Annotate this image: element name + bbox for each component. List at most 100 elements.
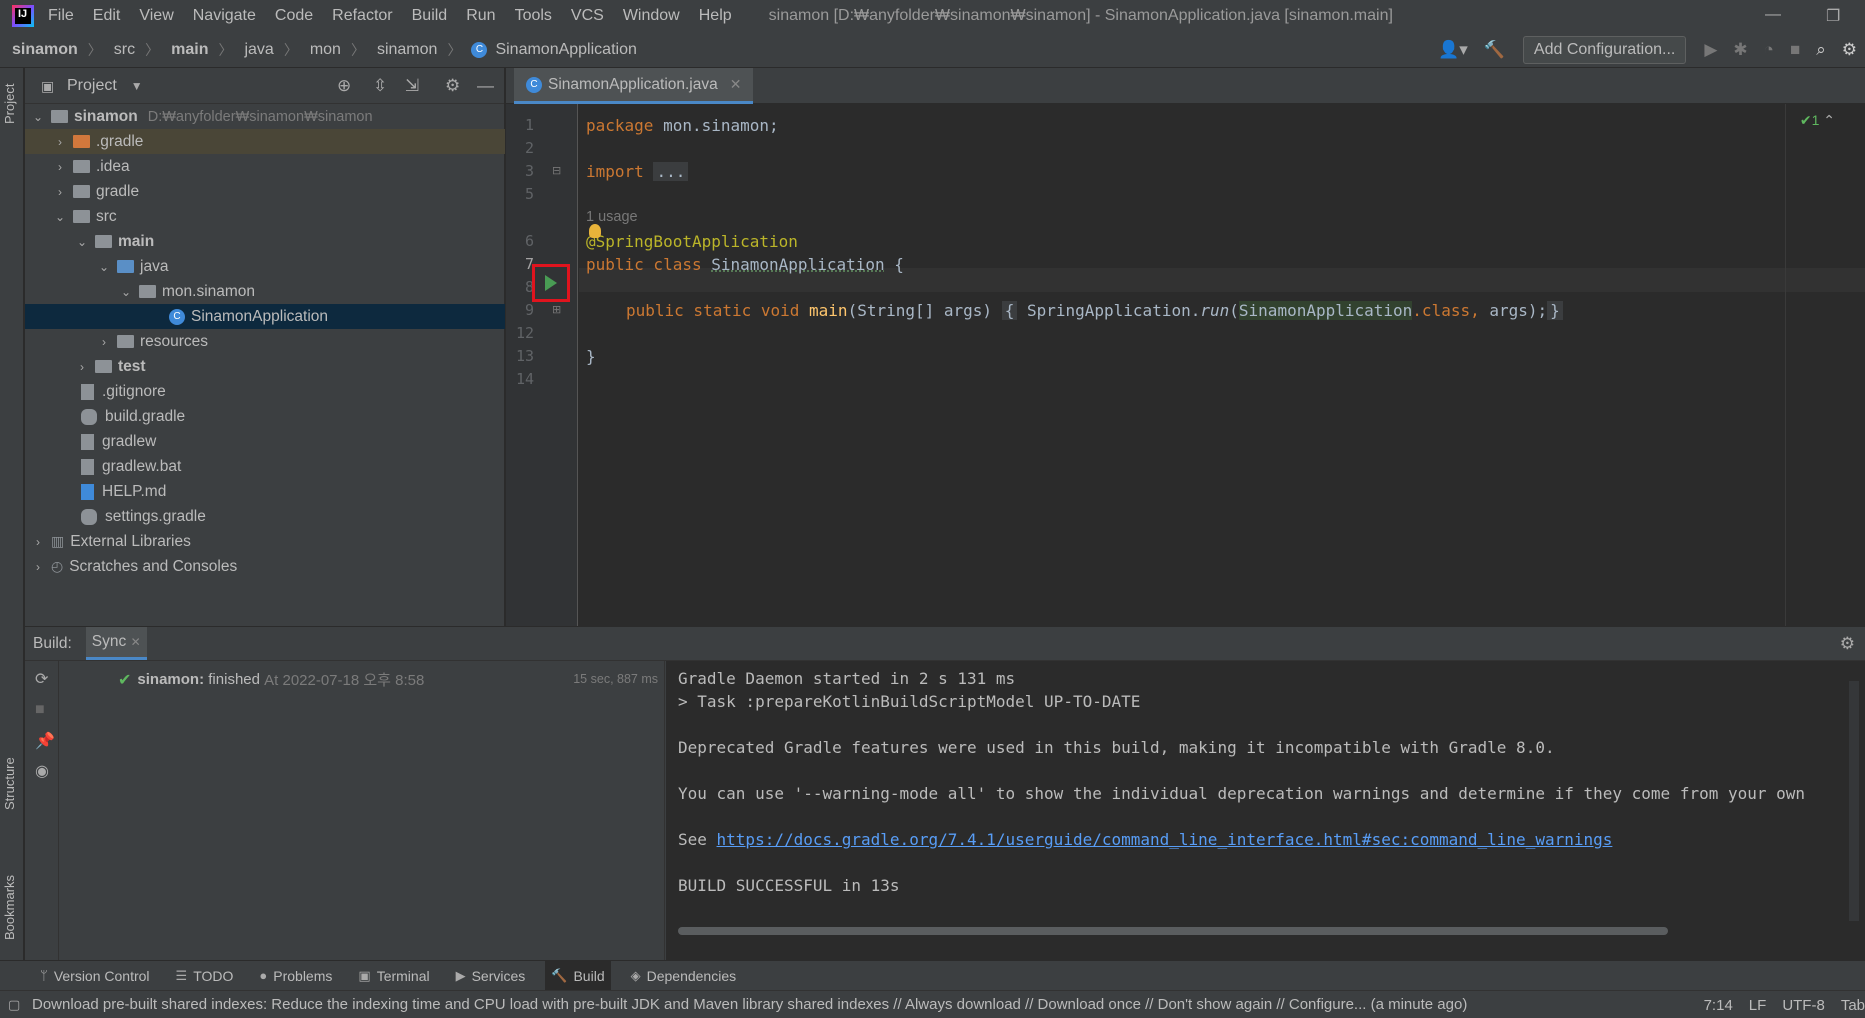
tree-item-test[interactable]: › test <box>25 354 505 379</box>
menu-refactor[interactable]: Refactor <box>332 7 392 25</box>
code-editor[interactable]: 1 2 3 5 6 7 8 9 12 13 14 ⊟ ⊞ package mon… <box>506 104 1865 626</box>
gear-icon[interactable]: ⚙ <box>445 76 460 96</box>
stop-icon[interactable]: ■ <box>35 701 45 719</box>
build-console[interactable]: Gradle Daemon started in 2 s 131 ms > Ta… <box>666 661 1865 961</box>
gear-icon[interactable]: ⚙ <box>1840 634 1855 654</box>
run-gutter-icon-highlight[interactable] <box>532 264 570 302</box>
tree-item-root[interactable]: ⌄ sinamon D:₩anyfolder₩sinamon₩sinamon <box>25 104 505 129</box>
tree-item-src[interactable]: ⌄ src <box>25 204 505 229</box>
breadcrumb-project[interactable]: sinamon <box>12 41 78 59</box>
line-separator[interactable]: LF <box>1749 997 1767 1014</box>
tab-services[interactable]: ▶ Services <box>450 961 532 991</box>
tree-item-gradlew-bat[interactable]: gradlew.bat <box>25 454 505 479</box>
breadcrumb-main[interactable]: main <box>171 41 208 59</box>
run-icon[interactable]: ▶ <box>1704 40 1717 60</box>
chevron-down-icon[interactable]: ⌄ <box>75 235 89 249</box>
tree-item-scratches[interactable]: › ◴ Scratches and Consoles <box>25 554 505 579</box>
collapse-all-icon[interactable]: ⇲ <box>405 76 419 96</box>
chevron-right-icon[interactable]: › <box>97 335 111 349</box>
tree-item-idea[interactable]: › .idea <box>25 154 505 179</box>
editor-tab-sinamon-application[interactable]: C SinamonApplication.java ✕ <box>514 68 754 104</box>
fold-icon[interactable]: ⊟ <box>552 164 561 177</box>
pin-icon[interactable]: 📌 <box>35 731 55 751</box>
menu-code[interactable]: Code <box>275 7 313 25</box>
coverage-icon[interactable]: ◔ <box>1764 40 1774 60</box>
indent-setting[interactable]: Tab <box>1841 997 1865 1014</box>
tree-item-resources[interactable]: › resources <box>25 329 505 354</box>
restore-icon[interactable]: ❐ <box>1826 6 1840 26</box>
chevron-down-icon[interactable]: ▼ <box>131 79 143 93</box>
lightbulb-icon[interactable] <box>589 224 601 238</box>
chevron-down-icon[interactable]: ⌄ <box>97 260 111 274</box>
tree-item-gradlew[interactable]: gradlew <box>25 429 505 454</box>
caret-position[interactable]: 7:14 <box>1704 997 1733 1014</box>
minimize-icon[interactable]: — <box>1765 6 1781 24</box>
menu-tools[interactable]: Tools <box>515 7 552 25</box>
breadcrumb-src[interactable]: src <box>114 41 135 59</box>
tree-item-help-md[interactable]: HELP.md <box>25 479 505 504</box>
horizontal-scrollbar[interactable] <box>678 927 1668 935</box>
chevron-up-icon[interactable]: ⌃ <box>1823 112 1835 128</box>
settings-icon[interactable]: ⚙ <box>1842 40 1857 60</box>
file-encoding[interactable]: UTF-8 <box>1782 997 1825 1014</box>
status-message[interactable]: Download pre-built shared indexes: Reduc… <box>32 996 1467 1013</box>
menu-edit[interactable]: Edit <box>93 7 121 25</box>
chevron-down-icon[interactable]: ⌄ <box>119 285 133 299</box>
tab-terminal[interactable]: ▣ Terminal <box>352 961 435 991</box>
menu-navigate[interactable]: Navigate <box>193 7 256 25</box>
tab-dependencies[interactable]: ◈ Dependencies <box>625 961 743 991</box>
tree-item-external-libraries[interactable]: › ▥ External Libraries <box>25 529 505 554</box>
debug-icon[interactable]: ✱ <box>1733 40 1747 60</box>
tab-sync[interactable]: Sync ✕ <box>85 627 147 660</box>
chevron-right-icon[interactable]: › <box>53 160 67 174</box>
menu-window[interactable]: Window <box>623 7 680 25</box>
chevron-right-icon[interactable]: › <box>31 560 45 574</box>
tree-item-gitignore[interactable]: .gitignore <box>25 379 505 404</box>
build-hammer-icon[interactable]: 🔨 <box>1484 40 1505 60</box>
tree-item-dot-gradle[interactable]: › .gradle <box>25 129 505 154</box>
tab-build[interactable]: 🔨 Build <box>545 960 611 991</box>
tab-todo[interactable]: ☰ TODO <box>170 961 240 991</box>
tree-item-build-gradle[interactable]: build.gradle <box>25 404 505 429</box>
chevron-right-icon[interactable]: › <box>31 535 45 549</box>
chevron-right-icon[interactable]: › <box>53 185 67 199</box>
close-icon[interactable]: ✕ <box>730 76 742 93</box>
layout-toggle-icon[interactable]: ▢ <box>8 997 20 1013</box>
locate-icon[interactable]: ⊕ <box>337 76 351 96</box>
project-tool-tab[interactable]: Project <box>2 84 17 124</box>
menu-file[interactable]: File <box>48 7 74 25</box>
build-result-row[interactable]: ✔ sinamon: finished At 2022-07-18 오후 8:5… <box>118 669 424 690</box>
tree-item-main[interactable]: ⌄ main <box>25 229 505 254</box>
folded-brace[interactable]: { <box>1001 301 1018 320</box>
menu-view[interactable]: View <box>139 7 173 25</box>
fold-icon[interactable]: ⊞ <box>552 303 561 316</box>
chevron-down-icon[interactable]: ⌄ <box>31 110 45 124</box>
tree-item-gradle[interactable]: › gradle <box>25 179 505 204</box>
expand-all-icon[interactable]: ⇳ <box>373 76 387 96</box>
tab-version-control[interactable]: ᛘ Version Control <box>34 961 156 991</box>
chevron-right-icon[interactable]: › <box>75 360 89 374</box>
docs-link[interactable]: https://docs.gradle.org/7.4.1/userguide/… <box>717 830 1613 849</box>
stop-icon[interactable]: ■ <box>1790 40 1800 60</box>
folded-brace[interactable]: } <box>1547 301 1563 320</box>
editor-scrollbar[interactable] <box>1785 104 1865 626</box>
inspection-widget[interactable]: ✔1 ⌃ <box>1800 112 1835 129</box>
menu-vcs[interactable]: VCS <box>571 7 604 25</box>
hide-icon[interactable]: — <box>477 76 494 96</box>
tree-item-package[interactable]: ⌄ mon.sinamon <box>25 279 505 304</box>
eye-icon[interactable]: ◉ <box>35 761 49 781</box>
search-icon[interactable]: ⌕ <box>1816 40 1826 60</box>
menu-help[interactable]: Help <box>699 7 732 25</box>
breadcrumb-sinamon[interactable]: sinamon <box>377 41 437 59</box>
project-panel-title[interactable]: Project <box>67 77 117 95</box>
chevron-right-icon[interactable]: › <box>53 135 67 149</box>
sync-icon[interactable]: ⟳ <box>35 669 48 689</box>
close-icon[interactable]: ✕ <box>131 635 141 649</box>
folded-imports[interactable]: ... <box>653 162 689 181</box>
bookmarks-tool-tab[interactable]: Bookmarks <box>2 875 17 940</box>
vertical-scrollbar[interactable] <box>1849 681 1859 921</box>
breadcrumb-mon[interactable]: mon <box>310 41 341 59</box>
breadcrumb-java[interactable]: java <box>244 41 273 59</box>
tree-item-sinamon-application[interactable]: C SinamonApplication <box>25 304 505 329</box>
tree-item-settings-gradle[interactable]: settings.gradle <box>25 504 505 529</box>
